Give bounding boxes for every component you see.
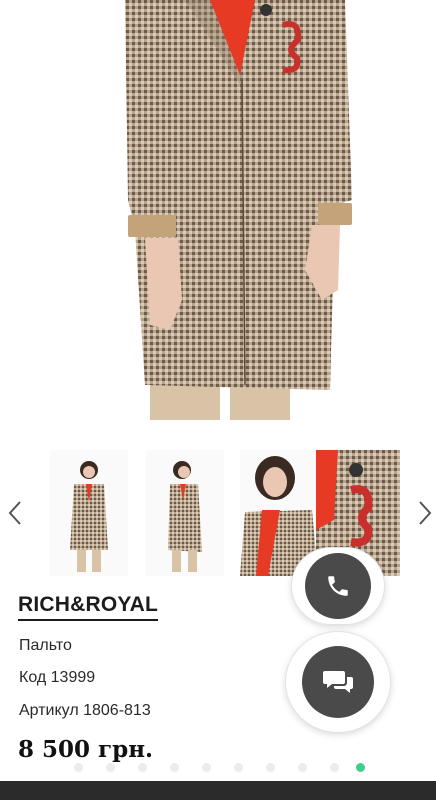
product-article: Артикул 1806-813: [19, 702, 151, 719]
thumbnail-front-full[interactable]: [50, 450, 128, 576]
gallery-pagination: [0, 760, 436, 774]
chat-icon: [323, 671, 353, 693]
system-navigation-bar: [0, 781, 436, 800]
phone-icon: [328, 576, 348, 596]
call-button[interactable]: [292, 548, 384, 624]
pagination-dot[interactable]: [74, 763, 83, 772]
thumbnail-side-full[interactable]: [146, 450, 224, 576]
pagination-dot[interactable]: [298, 763, 307, 772]
pagination-dot[interactable]: [138, 763, 147, 772]
chevron-left-icon: [8, 501, 21, 525]
pagination-dot[interactable]: [202, 763, 211, 772]
gallery-next-button[interactable]: [414, 496, 436, 530]
pagination-dot-active[interactable]: [356, 763, 365, 772]
pagination-dot[interactable]: [170, 763, 179, 772]
pagination-dot[interactable]: [234, 763, 243, 772]
pagination-dot[interactable]: [106, 763, 115, 772]
pagination-dot[interactable]: [266, 763, 275, 772]
product-name: Пальто: [19, 637, 72, 654]
product-main-image[interactable]: [0, 0, 436, 420]
product-code: Код 13999: [19, 669, 96, 686]
chevron-right-icon: [419, 501, 432, 525]
gallery-prev-button[interactable]: [4, 496, 26, 530]
pagination-dot[interactable]: [330, 763, 339, 772]
coat-photo: [125, 0, 352, 420]
brand-name[interactable]: RICH&ROYAL: [18, 592, 159, 621]
chat-button[interactable]: [286, 632, 390, 732]
